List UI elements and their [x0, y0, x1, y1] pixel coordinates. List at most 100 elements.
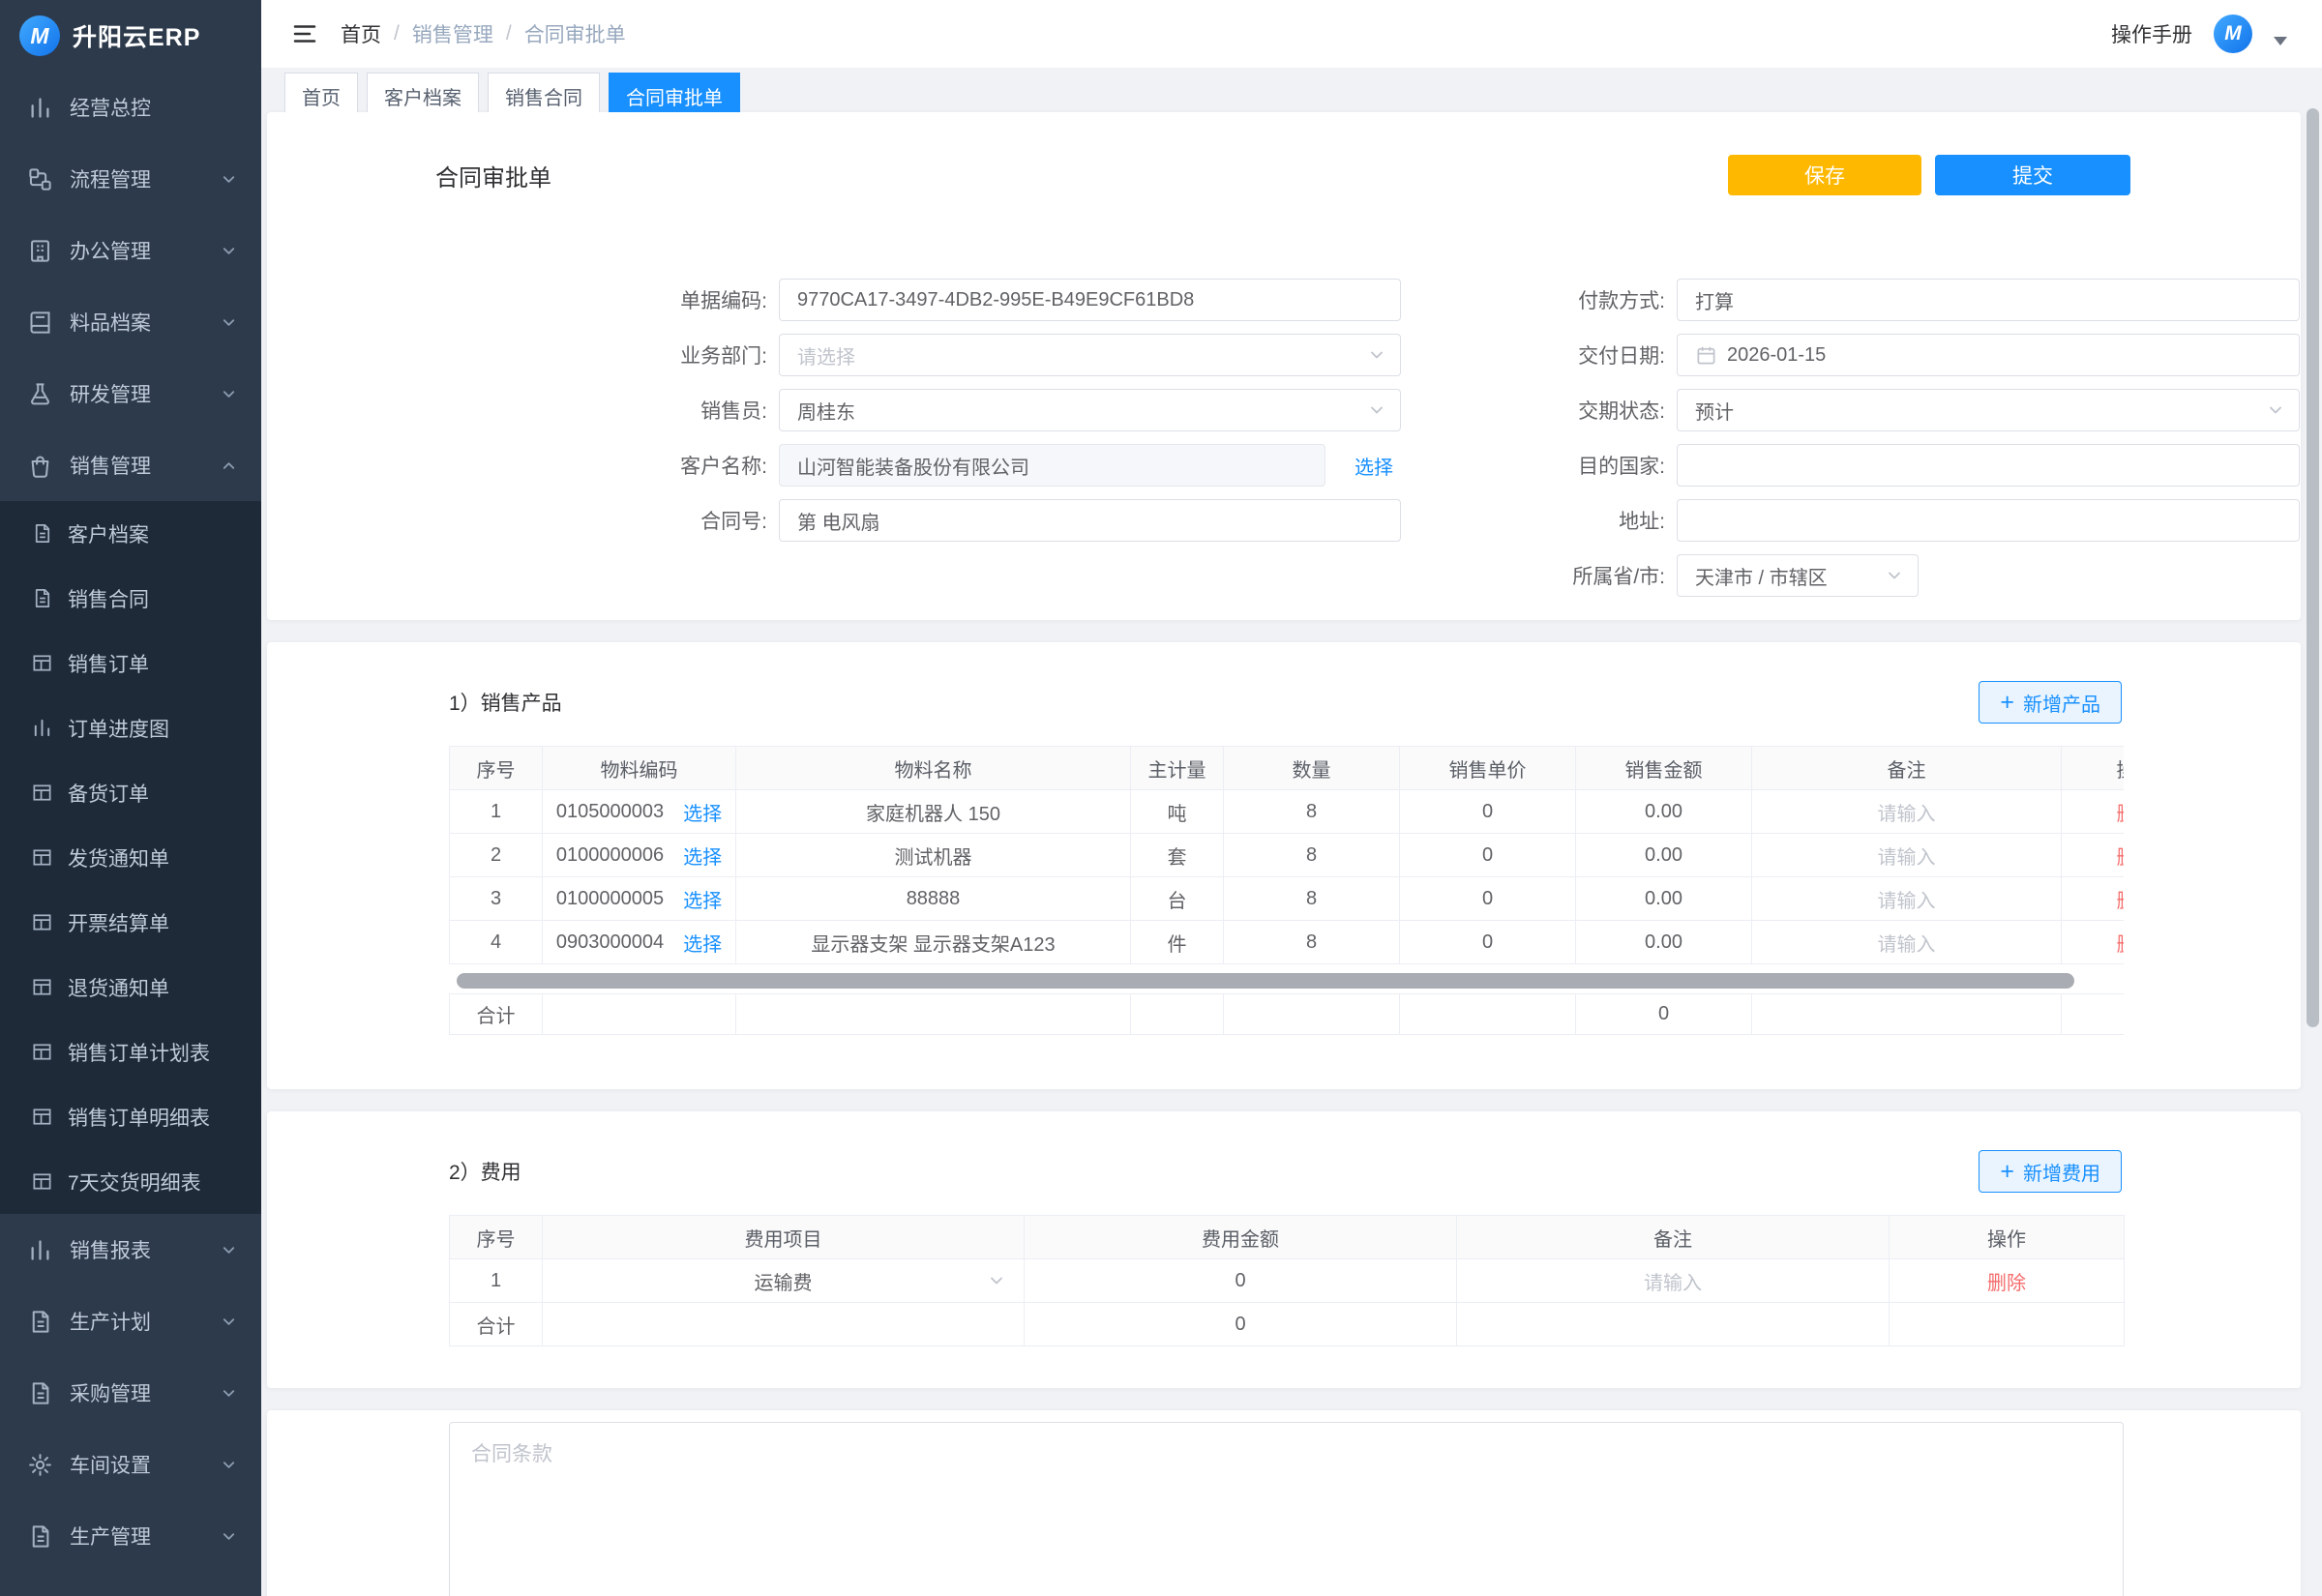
note-input[interactable]: 请输入: [1752, 834, 2062, 877]
dest-country-input[interactable]: [1677, 444, 2300, 487]
menu-toggle-icon[interactable]: [290, 19, 319, 48]
breadcrumb-home[interactable]: 首页: [341, 19, 381, 48]
breadcrumb-sales-mgmt[interactable]: 销售管理: [412, 19, 493, 48]
form-actions: 保存 提交: [1728, 155, 2130, 195]
sidebar-item-materials[interactable]: 料品档案: [0, 286, 261, 358]
user-menu-caret-icon[interactable]: [2274, 37, 2287, 45]
contract-no-input[interactable]: [779, 499, 1401, 542]
page-scrollbar[interactable]: [2307, 108, 2319, 1027]
salesperson-select[interactable]: 周桂东: [779, 389, 1401, 431]
sidebar-item-order-progress[interactable]: 订单进度图: [0, 695, 261, 760]
sidebar-item-sales-mgmt[interactable]: 销售管理: [0, 429, 261, 501]
price-input[interactable]: 0: [1400, 877, 1576, 921]
note-input[interactable]: 请输入: [1752, 921, 2062, 964]
delete-row-link[interactable]: 删除: [2117, 891, 2125, 912]
sidebar-item-production-plan[interactable]: 生产计划: [0, 1286, 261, 1357]
fee-item-select[interactable]: 运输费: [543, 1259, 1025, 1303]
app-logo: M 升阳云ERP: [0, 0, 261, 72]
sidebar-item-purchase-mgmt[interactable]: 采购管理: [0, 1357, 261, 1429]
tab-contract-approval[interactable]: 合同审批单: [609, 73, 740, 112]
note-input[interactable]: 请输入: [1752, 877, 2062, 921]
sidebar-menu: 经营总控 流程管理 办公管理 料品档案 研发管理: [0, 72, 261, 1572]
select-material-link[interactable]: 选择: [683, 842, 722, 870]
sidebar-item-sales-order-detail[interactable]: 销售订单明细表: [0, 1084, 261, 1149]
user-avatar[interactable]: M: [2214, 15, 2252, 53]
manual-link[interactable]: 操作手册: [2111, 19, 2192, 48]
qty-input[interactable]: 8: [1224, 877, 1400, 921]
delivery-status-select[interactable]: 预计: [1677, 389, 2300, 431]
delivery-status-value: 预计: [1695, 397, 1734, 425]
tab-label: 合同审批单: [626, 82, 723, 112]
sidebar-item-sales-report[interactable]: 销售报表: [0, 1214, 261, 1286]
price-input[interactable]: 0: [1400, 790, 1576, 834]
h-scrollbar-thumb[interactable]: [457, 973, 2074, 989]
note-input[interactable]: 请输入: [1752, 790, 2062, 834]
sidebar-item-workshop-settings[interactable]: 车间设置: [0, 1429, 261, 1500]
submit-button[interactable]: 提交: [1935, 155, 2130, 195]
sidebar-item-sales-contract[interactable]: 销售合同: [0, 566, 261, 631]
cell-amount: 0.00: [1576, 790, 1752, 834]
cell-ops: 删除: [2062, 834, 2125, 877]
doc-code-input[interactable]: [779, 279, 1401, 321]
add-product-button[interactable]: + 新增产品: [1979, 681, 2122, 724]
material-code: 0100000006: [556, 844, 664, 867]
delete-row-link[interactable]: 删除: [2117, 934, 2125, 956]
tab-customer-files[interactable]: 客户档案: [367, 73, 479, 112]
add-fee-button[interactable]: + 新增费用: [1979, 1150, 2122, 1193]
address-input[interactable]: [1677, 499, 2300, 542]
price-input[interactable]: 0: [1400, 921, 1576, 964]
breadcrumb-separator: /: [394, 22, 400, 45]
sidebar-item-label: 销售报表: [70, 1235, 151, 1264]
salesperson-field: 销售员: 周桂东: [435, 389, 1401, 431]
sidebar-item-return-notice[interactable]: 退货通知单: [0, 955, 261, 1020]
note-placeholder: 请输入: [1644, 1273, 1702, 1294]
payment-input[interactable]: [1677, 279, 2300, 321]
breadcrumb-separator: /: [506, 22, 512, 45]
qty-input[interactable]: 8: [1224, 834, 1400, 877]
sidebar-item-sales-order-plan[interactable]: 销售订单计划表: [0, 1020, 261, 1084]
chevron-down-icon: [2266, 400, 2285, 420]
tab-home[interactable]: 首页: [284, 73, 358, 112]
col-amount: 销售金额: [1576, 747, 1752, 790]
select-material-link[interactable]: 选择: [683, 885, 722, 913]
form-header: 合同审批单 保存 提交: [435, 155, 2130, 195]
note-placeholder: 请输入: [1878, 934, 1936, 956]
province-select[interactable]: 天津市 / 市辖区: [1677, 554, 1919, 597]
table-h-scrollbar[interactable]: [449, 973, 2124, 989]
select-material-link[interactable]: 选择: [683, 929, 722, 957]
note-input[interactable]: 请输入: [1457, 1259, 1890, 1303]
col-ops: 操作: [2062, 747, 2125, 790]
sales-bag-icon: [27, 453, 53, 479]
cell-ops: 删除: [2062, 877, 2125, 921]
sidebar-item-customer-files[interactable]: 客户档案: [0, 501, 261, 566]
qty-input[interactable]: 8: [1224, 790, 1400, 834]
save-button[interactable]: 保存: [1728, 155, 1921, 195]
delete-row-link[interactable]: 删除: [1987, 1273, 2026, 1294]
department-select[interactable]: 请选择: [779, 334, 1401, 376]
contract-terms-textarea[interactable]: [449, 1422, 2124, 1596]
delivery-date-input[interactable]: 2026-01-15: [1677, 334, 2300, 376]
sidebar-item-7day-delivery-detail[interactable]: 7天交货明细表: [0, 1149, 261, 1214]
chevron-down-icon: [1367, 345, 1386, 365]
products-header-row: 序号 物料编码 物料名称 主计量 数量 销售单价 销售金额 备注 操作: [450, 747, 2125, 790]
delete-row-link[interactable]: 删除: [2117, 847, 2125, 869]
select-material-link[interactable]: 选择: [683, 798, 722, 826]
doc-icon: [31, 587, 53, 609]
sidebar-item-stock-order[interactable]: 备货订单: [0, 760, 261, 825]
sidebar-item-production-mgmt[interactable]: 生产管理: [0, 1500, 261, 1572]
sidebar-item-process-mgmt[interactable]: 流程管理: [0, 143, 261, 215]
sidebar-item-invoice-settlement[interactable]: 开票结算单: [0, 890, 261, 955]
sidebar-item-shipping-notice[interactable]: 发货通知单: [0, 825, 261, 890]
qty-input[interactable]: 8: [1224, 921, 1400, 964]
fee-amount-input[interactable]: 0: [1025, 1259, 1457, 1303]
sidebar-item-office-mgmt[interactable]: 办公管理: [0, 215, 261, 286]
delete-row-link[interactable]: 删除: [2117, 804, 2125, 825]
select-customer-link[interactable]: 选择: [1354, 452, 1393, 480]
sidebar-item-sales-order[interactable]: 销售订单: [0, 631, 261, 695]
price-input[interactable]: 0: [1400, 834, 1576, 877]
sidebar-item-rnd-mgmt[interactable]: 研发管理: [0, 358, 261, 429]
col-qty: 数量: [1224, 747, 1400, 790]
tab-sales-contract[interactable]: 销售合同: [488, 73, 600, 112]
table-icon: [31, 782, 53, 804]
sidebar-item-business-overview[interactable]: 经营总控: [0, 72, 261, 143]
